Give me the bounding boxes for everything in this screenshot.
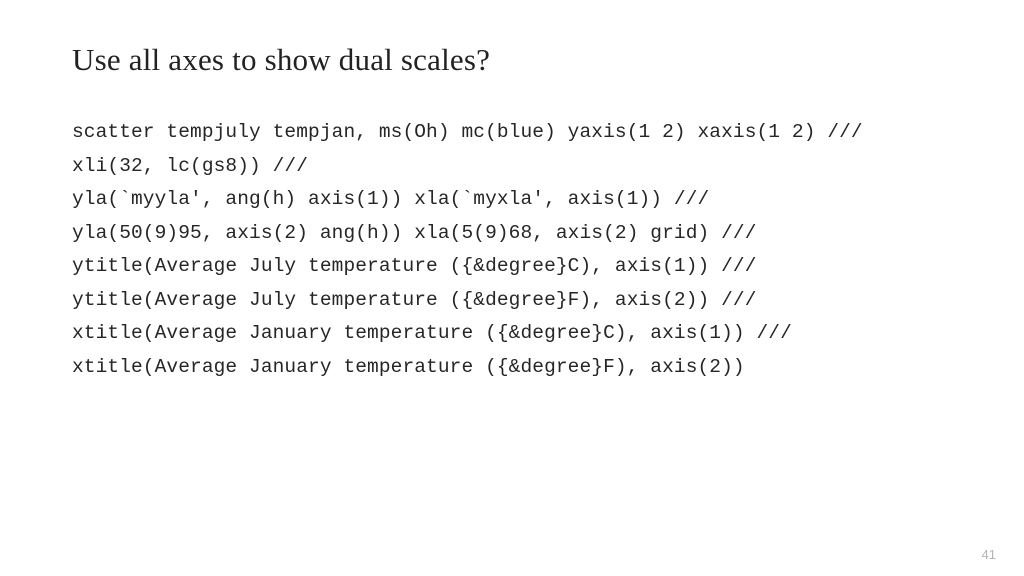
code-line-5: ytitle(Average July temperature ({&degre… [72,255,757,277]
slide-title: Use all axes to show dual scales? [72,42,952,78]
page-number: 41 [982,547,996,562]
code-line-1: scatter tempjuly tempjan, ms(Oh) mc(blue… [72,121,863,143]
code-line-8: xtitle(Average January temperature ({&de… [72,356,745,378]
code-line-6: ytitle(Average July temperature ({&degre… [72,289,757,311]
code-line-4: yla(50(9)95, axis(2) ang(h)) xla(5(9)68,… [72,222,757,244]
code-block: scatter tempjuly tempjan, ms(Oh) mc(blue… [72,116,952,384]
code-line-7: xtitle(Average January temperature ({&de… [72,322,792,344]
slide: Use all axes to show dual scales? scatte… [0,0,1024,576]
code-line-2: xli(32, lc(gs8)) /// [72,155,308,177]
code-line-3: yla(`myyla', ang(h) axis(1)) xla(`myxla'… [72,188,709,210]
